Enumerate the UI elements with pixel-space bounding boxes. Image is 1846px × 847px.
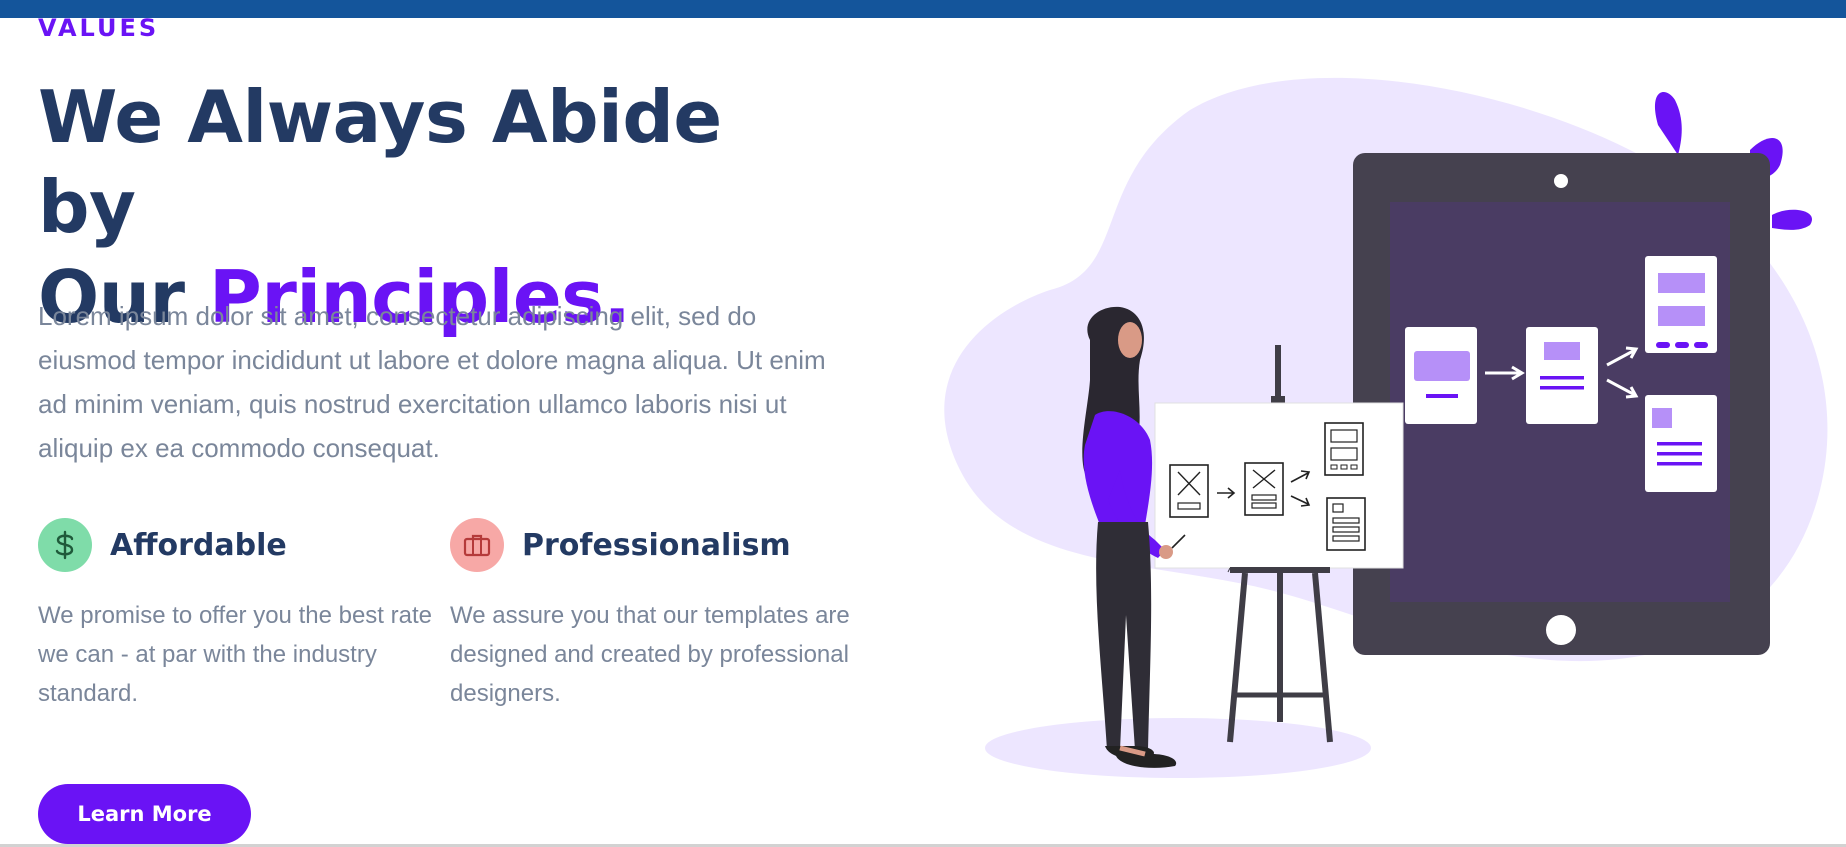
dollar-icon (38, 518, 92, 572)
woman-legs (1096, 522, 1152, 750)
tablet-home-button (1546, 615, 1576, 645)
feature-affordable: Affordable (38, 518, 287, 572)
screen-card (1526, 327, 1598, 424)
feature-description: We assure you that our templates are des… (450, 602, 850, 707)
easel-leg (1227, 572, 1248, 743)
floor-shadow (985, 718, 1371, 778)
screen-card (1645, 256, 1717, 353)
woman-hand (1159, 545, 1173, 559)
feature-description: We promise to offer you the best rate we… (38, 602, 432, 707)
section-eyebrow: VALUES (38, 14, 160, 42)
feature-professionalism: Professionalism (450, 518, 791, 572)
leaf-decoration (1772, 209, 1812, 230)
section-lead-paragraph: Lorem ipsum dolor sit amet, consectetur … (38, 301, 826, 463)
leaf-decoration (1654, 92, 1682, 155)
workflow-illustration (944, 77, 1828, 778)
tablet-camera (1554, 174, 1568, 188)
briefcase-icon (450, 518, 504, 572)
learn-more-button[interactable]: Learn More (38, 784, 251, 844)
feature-title: Affordable (110, 527, 287, 563)
headline-line-1: We Always Abide by (38, 75, 722, 249)
feature-title: Professionalism (522, 527, 791, 563)
easel-board (1154, 402, 1404, 569)
woman-face (1118, 322, 1142, 358)
top-bar (0, 0, 1846, 18)
